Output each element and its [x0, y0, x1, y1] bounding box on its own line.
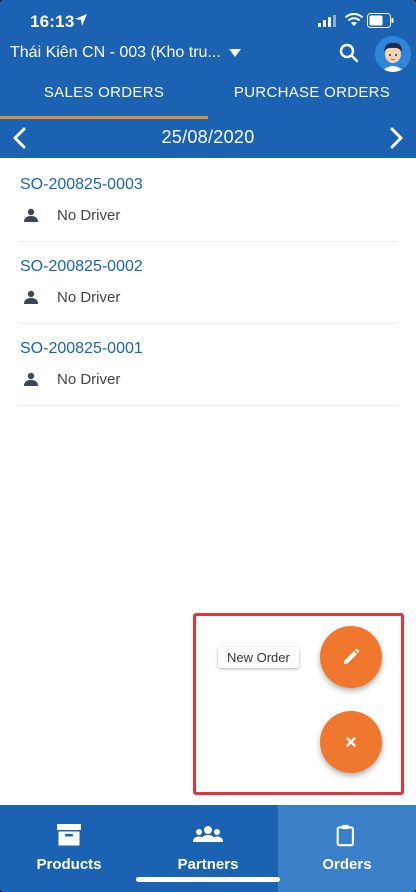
location-arrow-icon [75, 14, 87, 26]
nav-products[interactable]: Products [0, 805, 138, 892]
branch-selector[interactable]: Thái Kiên CN - 003 (Kho tru... [10, 44, 221, 62]
tab-sales-orders[interactable]: SALES ORDERS [0, 75, 208, 121]
active-tab-indicator [0, 116, 208, 119]
archive-box-icon [57, 824, 81, 846]
search-icon[interactable] [338, 42, 360, 64]
top-app-bar: 16:13 Thái Kiên CN - 003 (Kho tru... SAL… [0, 0, 416, 158]
status-time: 16:13 [30, 12, 75, 31]
order-number[interactable]: SO-200825-0003 [20, 176, 143, 194]
order-tabs: SALES ORDERS PURCHASE ORDERS [0, 75, 416, 121]
new-order-button[interactable] [320, 626, 382, 688]
home-indicator [136, 877, 280, 882]
driver-label: No Driver [57, 207, 121, 224]
app-screen: 16:13 Thái Kiên CN - 003 (Kho tru... SAL… [0, 0, 416, 892]
driver-label: No Driver [57, 289, 121, 306]
close-fab-button[interactable] [320, 711, 382, 773]
person-icon [24, 372, 38, 386]
new-order-label[interactable]: New Order [218, 647, 299, 668]
clipboard-icon [336, 824, 354, 847]
list-item[interactable]: SO-200825-0001 No Driver [18, 324, 398, 406]
cellular-signal-icon [318, 15, 336, 27]
battery-icon [367, 13, 394, 28]
date-navigator: 25/08/2020 [0, 121, 416, 157]
avatar[interactable] [375, 36, 411, 72]
order-list: SO-200825-0003 No Driver SO-200825-0002 … [0, 160, 416, 406]
pencil-icon [344, 648, 360, 664]
close-icon [346, 737, 356, 747]
order-number[interactable]: SO-200825-0002 [20, 258, 143, 276]
order-number[interactable]: SO-200825-0001 [20, 340, 143, 358]
wifi-icon [344, 13, 364, 26]
list-item[interactable]: SO-200825-0002 No Driver [18, 242, 398, 324]
current-date[interactable]: 25/08/2020 [0, 127, 416, 148]
list-item[interactable]: SO-200825-0003 No Driver [18, 160, 398, 242]
header: Thái Kiên CN - 003 (Kho tru... [0, 36, 416, 72]
driver-label: No Driver [57, 371, 121, 388]
nav-label-partners: Partners [177, 856, 239, 873]
person-icon [24, 208, 38, 222]
nav-label-products: Products [36, 856, 102, 873]
tab-purchase-orders[interactable]: PURCHASE ORDERS [208, 75, 416, 121]
chevron-right-icon[interactable] [386, 126, 406, 150]
people-group-icon [193, 826, 223, 842]
nav-orders[interactable]: Orders [278, 805, 416, 892]
nav-label-orders: Orders [322, 856, 372, 873]
caret-down-icon[interactable] [229, 49, 241, 57]
person-icon [24, 290, 38, 304]
user-avatar-icon [375, 36, 411, 72]
